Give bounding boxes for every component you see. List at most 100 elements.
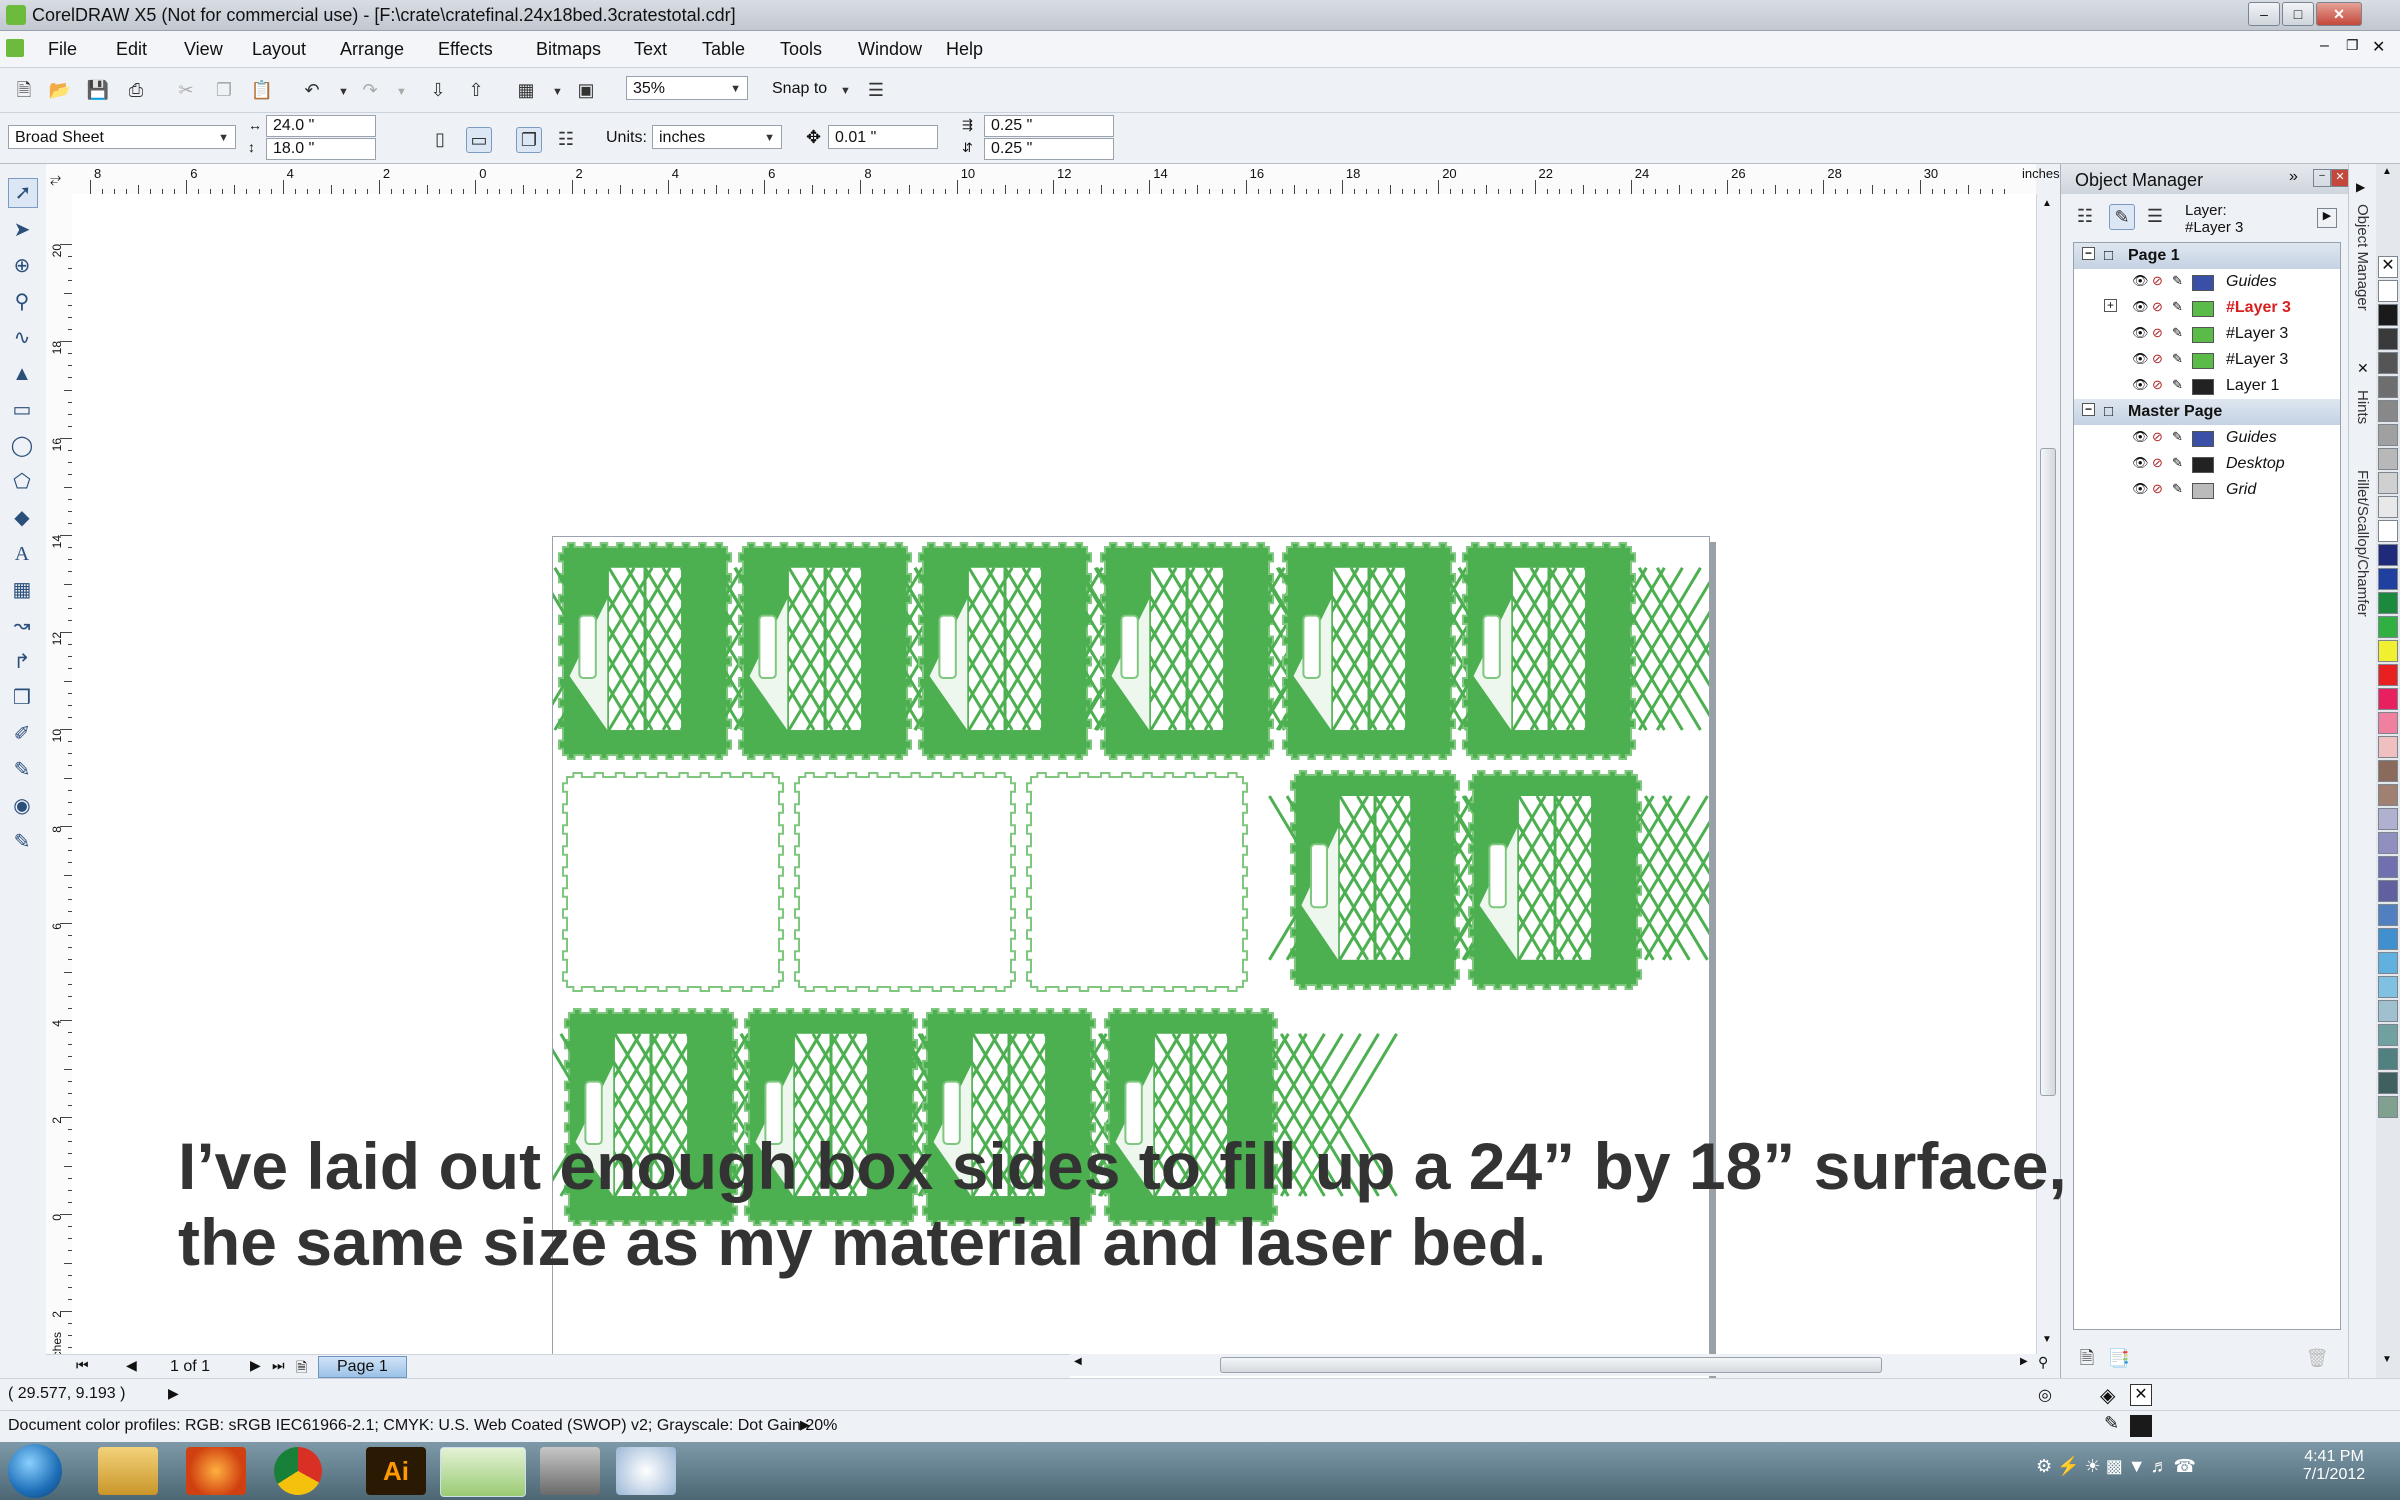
menu-arrange[interactable]: Arrange [340, 39, 404, 60]
coreldraw-taskbar-icon[interactable] [440, 1447, 526, 1497]
om-page-row[interactable]: − □ Master Page [2074, 399, 2340, 425]
menu-table[interactable]: Table [702, 39, 745, 60]
palette-swatch[interactable] [2378, 1048, 2398, 1070]
editable-pencil-icon[interactable]: ✎ [2172, 351, 2183, 367]
delete-layer-icon[interactable]: 🗑 [2305, 1346, 2329, 1370]
save-icon[interactable]: 💾 [86, 78, 110, 102]
scroll-left-icon[interactable]: ◀ [1074, 1356, 1082, 1367]
color-profiles-text[interactable]: Document color profiles: RGB: sRGB IEC61… [8, 1417, 837, 1435]
printable-icon[interactable]: ⊘ [2152, 273, 2163, 289]
snap-status-icon[interactable]: ◎ [2038, 1385, 2052, 1405]
visibility-eye-icon[interactable]: 👁 [2132, 481, 2149, 497]
pro-app-taskbar-icon[interactable] [540, 1447, 600, 1495]
editable-pencil-icon[interactable]: ✎ [2172, 481, 2183, 497]
rectangle-tool-icon[interactable]: ▭ [8, 396, 36, 424]
layer-color-swatch[interactable] [2192, 379, 2214, 395]
palette-swatch[interactable] [2378, 904, 2398, 926]
page-height-input[interactable]: 18.0 " [266, 138, 376, 160]
doc-restore-icon[interactable]: ❐ [2346, 37, 2359, 54]
units-dropdown-icon[interactable]: ▼ [764, 126, 775, 150]
menu-bitmaps[interactable]: Bitmaps [536, 39, 601, 60]
page-width-input[interactable]: 24.0 " [266, 115, 376, 137]
undo-dropdown-icon[interactable]: ▼ [338, 86, 349, 98]
last-page-icon[interactable]: ⏭ [272, 1357, 285, 1374]
menu-text[interactable]: Text [634, 39, 667, 60]
paint-taskbar-icon[interactable] [616, 1447, 676, 1495]
visibility-eye-icon[interactable]: 👁 [2132, 429, 2149, 445]
palette-swatch[interactable] [2378, 832, 2398, 854]
launcher-dropdown-icon[interactable]: ▼ [552, 86, 563, 98]
om-layer-row[interactable]: 👁 ⊘ ✎ Grid [2074, 477, 2340, 503]
previous-page-icon[interactable]: ◀ [126, 1357, 137, 1374]
palette-swatch[interactable] [2378, 640, 2398, 662]
menu-layout[interactable]: Layout [252, 39, 306, 60]
duplicate-distance-x-input[interactable]: 0.25 " [984, 115, 1114, 137]
welcome-screen-icon[interactable]: ▣ [574, 78, 598, 102]
page-tab[interactable]: Page 1 [318, 1356, 407, 1378]
explorer-taskbar-icon[interactable] [98, 1447, 158, 1495]
units-select[interactable]: inches ▼ [652, 125, 782, 149]
minimize-button[interactable]: – [2248, 2, 2280, 26]
palette-swatch[interactable] [2378, 856, 2398, 878]
om-page-row[interactable]: − □ Page 1 [2074, 243, 2340, 269]
chrome-taskbar-icon[interactable] [274, 1447, 322, 1495]
application-launcher-icon[interactable]: ▦ [514, 78, 538, 102]
fill-indicator-icon[interactable]: ◈ [2100, 1383, 2115, 1408]
coreldraw-app-icon[interactable] [6, 5, 26, 25]
zoom-level-select[interactable]: 35% ▼ [626, 76, 748, 100]
palette-swatch[interactable] [2378, 400, 2398, 422]
table-tool-icon[interactable]: ▦ [8, 576, 36, 604]
horizontal-scrollbar[interactable]: ◀ ▶ [1070, 1354, 2036, 1376]
palette-swatch[interactable] [2378, 520, 2398, 542]
redo-icon[interactable]: ↷ [358, 78, 382, 102]
printable-icon[interactable]: ⊘ [2152, 351, 2163, 367]
printable-icon[interactable]: ⊘ [2152, 325, 2163, 341]
tabs-scroll-icon[interactable]: ▶ [2356, 180, 2365, 194]
editable-pencil-icon[interactable]: ✎ [2172, 299, 2183, 315]
menu-edit[interactable]: Edit [116, 39, 147, 60]
basic-shapes-tool-icon[interactable]: ◆ [8, 504, 36, 532]
ruler-origin-icon[interactable]: ⥂ [50, 170, 61, 187]
firefox-taskbar-icon[interactable] [186, 1447, 246, 1495]
layer-manager-view-icon[interactable]: ☰ [2143, 204, 2167, 228]
text-tool-icon[interactable]: A [8, 540, 36, 568]
palette-swatch[interactable] [2378, 1096, 2398, 1118]
landscape-icon[interactable]: ▭ [466, 127, 492, 153]
no-color-swatch[interactable]: ✕ [2378, 256, 2398, 278]
doc-minimize-icon[interactable]: – [2320, 37, 2329, 55]
collapse-icon[interactable]: − [2082, 247, 2095, 260]
undo-icon[interactable]: ↶ [300, 78, 324, 102]
palette-swatch[interactable] [2378, 784, 2398, 806]
tab-fillet-scallop-chamfer[interactable]: Fillet/Scallop/Chamfer [2354, 470, 2371, 617]
page-size-dropdown-icon[interactable]: ▼ [218, 126, 229, 150]
blend-tool-icon[interactable]: ❒ [8, 684, 36, 712]
layer-color-swatch[interactable] [2192, 301, 2214, 317]
printable-icon[interactable]: ⊘ [2152, 429, 2163, 445]
zoom-dropdown-icon[interactable]: ▼ [730, 77, 741, 101]
om-layer-row[interactable]: + 👁 ⊘ ✎ #Layer 3 [2074, 295, 2340, 321]
system-tray-icons[interactable]: ⚙ ⚡ ☀ ▩ ▼ ♬ ☎ [2036, 1456, 2196, 1477]
dimension-tool-icon[interactable]: ↝ [8, 612, 36, 640]
snap-to-dropdown-icon[interactable]: ▼ [840, 85, 851, 97]
om-layer-row[interactable]: 👁 ⊘ ✎ Desktop [2074, 451, 2340, 477]
options-icon[interactable]: ☰ [864, 78, 888, 102]
layer-color-swatch[interactable] [2192, 353, 2214, 369]
redo-dropdown-icon[interactable]: ▼ [396, 86, 407, 98]
clock[interactable]: 4:41 PM 7/1/2012 [2294, 1448, 2374, 1484]
palette-swatch[interactable] [2378, 568, 2398, 590]
paste-icon[interactable]: 📋 [250, 78, 274, 102]
palette-swatch[interactable] [2378, 352, 2398, 374]
edit-across-layers-icon[interactable]: ✎ [2109, 204, 2135, 230]
scroll-right-icon[interactable]: ▶ [2020, 1356, 2028, 1367]
visibility-eye-icon[interactable]: 👁 [2132, 325, 2149, 341]
palette-swatch[interactable] [2378, 736, 2398, 758]
new-document-icon[interactable]: 🗎 [12, 78, 36, 102]
smart-fill-tool-icon[interactable]: ▲ [8, 360, 36, 388]
layer-color-swatch[interactable] [2192, 483, 2214, 499]
palette-swatch[interactable] [2378, 952, 2398, 974]
visibility-eye-icon[interactable]: 👁 [2132, 273, 2149, 289]
docker-minimize-icon[interactable]: – [2313, 169, 2331, 187]
layer-color-swatch[interactable] [2192, 327, 2214, 343]
palette-swatch[interactable] [2378, 544, 2398, 566]
palette-swatch[interactable] [2378, 376, 2398, 398]
